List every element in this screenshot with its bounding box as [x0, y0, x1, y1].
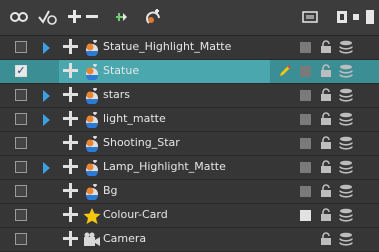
layer-row[interactable]: Shooting_Star [0, 132, 379, 156]
layer-name: Camera [103, 232, 147, 245]
add-layer-icon[interactable] [66, 6, 84, 28]
layer-name-area[interactable]: Colour-Card [59, 204, 270, 227]
layer-stack-icon[interactable] [339, 160, 353, 174]
layer-bar-icon[interactable] [364, 6, 376, 28]
drawing-layer-icon [83, 39, 101, 57]
layer-stack-icon[interactable] [339, 136, 353, 150]
layer-name-area[interactable]: stars [59, 84, 270, 107]
add-child-icon[interactable] [63, 111, 78, 126]
lock-icon[interactable] [320, 112, 332, 126]
timeline-toolbar [0, 0, 379, 36]
layer-enable-checkbox[interactable] [15, 89, 27, 101]
layer-colour-swatch[interactable] [300, 66, 311, 77]
add-child-icon[interactable] [63, 231, 78, 246]
add-child-icon[interactable] [63, 207, 78, 222]
layer-name: stars [103, 88, 131, 101]
layer-name-area[interactable]: light_matte [59, 108, 270, 131]
layer-row[interactable]: stars [0, 84, 379, 108]
drawing-layer-icon [83, 159, 101, 177]
camera-view-icon[interactable] [300, 6, 320, 28]
layer-name: Statue [103, 64, 140, 77]
layer-colour-swatch[interactable] [300, 114, 311, 125]
layer-row[interactable]: Bg [0, 180, 379, 204]
layer-row[interactable]: Lamp_Highlight_Matte [0, 156, 379, 180]
layer-list: Statue_Highlight_Matte ✓ Statue stars light_… [0, 36, 379, 252]
delete-layer-icon[interactable] [84, 6, 100, 28]
layer-colour-swatch[interactable] [300, 186, 311, 197]
layer-stack-icon[interactable] [339, 40, 353, 54]
show-all-icon[interactable] [8, 6, 30, 28]
layer-name-area[interactable]: Statue [59, 60, 270, 83]
add-peg-icon[interactable] [112, 6, 130, 28]
add-child-icon[interactable] [63, 87, 78, 102]
layer-stack-icon[interactable] [339, 184, 353, 198]
drawing-layer-icon [83, 87, 101, 105]
lock-icon[interactable] [320, 88, 332, 102]
layer-enable-checkbox[interactable] [15, 185, 27, 197]
layer-colour-swatch[interactable] [300, 90, 311, 101]
layer-row[interactable]: Statue_Highlight_Matte [0, 36, 379, 60]
drawing-layer-icon [83, 183, 101, 201]
camera-layer-icon [83, 232, 101, 248]
layer-name: Colour-Card [103, 208, 168, 221]
drawing-layer-icon [83, 63, 101, 81]
layer-name-area[interactable]: Lamp_Highlight_Matte [59, 156, 270, 179]
layer-colour-swatch[interactable] [300, 162, 311, 173]
layer-enable-checkbox[interactable] [15, 161, 27, 173]
layer-row[interactable]: light_matte [0, 108, 379, 132]
layer-name-area[interactable]: Statue_Highlight_Matte [59, 36, 270, 59]
layer-name-area[interactable]: Shooting_Star [59, 132, 270, 155]
add-child-icon[interactable] [63, 135, 78, 150]
layer-colour-swatch[interactable] [300, 138, 311, 149]
pencil-icon [278, 64, 292, 78]
drawing-layer-icon [83, 111, 101, 129]
selected-view-icon[interactable] [334, 6, 350, 28]
expand-arrow-icon[interactable] [43, 114, 50, 126]
layer-name: light_matte [103, 112, 166, 125]
lock-icon[interactable] [320, 40, 332, 54]
lock-icon[interactable] [320, 64, 332, 78]
layer-dot-icon[interactable] [351, 6, 361, 28]
add-drawing-icon[interactable] [144, 6, 164, 28]
layer-stack-icon[interactable] [339, 232, 353, 246]
layer-colour-swatch[interactable] [300, 42, 311, 53]
layer-name-area[interactable]: Bg [59, 180, 270, 203]
expand-arrow-icon[interactable] [43, 90, 50, 102]
layer-name: Lamp_Highlight_Matte [103, 160, 226, 173]
layer-enable-checkbox[interactable] [15, 113, 27, 125]
layer-enable-checkbox[interactable]: ✓ [15, 65, 27, 77]
layer-stack-icon[interactable] [339, 112, 353, 126]
layer-enable-checkbox[interactable] [15, 233, 27, 245]
layer-enable-checkbox[interactable] [15, 41, 27, 53]
layer-stack-icon[interactable] [339, 64, 353, 78]
add-child-icon[interactable] [63, 39, 78, 54]
layer-row[interactable]: Camera [0, 228, 379, 252]
layer-stack-icon[interactable] [339, 208, 353, 222]
expand-arrow-icon[interactable] [43, 42, 50, 54]
lock-icon[interactable] [320, 160, 332, 174]
layer-name: Bg [103, 184, 118, 197]
lock-icon[interactable] [320, 184, 332, 198]
layer-name: Statue_Highlight_Matte [103, 40, 232, 53]
add-child-icon[interactable] [63, 63, 78, 78]
expand-arrow-icon[interactable] [43, 162, 50, 174]
lock-icon[interactable] [320, 232, 332, 246]
layer-row[interactable]: Colour-Card [0, 204, 379, 228]
enable-all-icon[interactable] [36, 6, 60, 28]
layer-colour-swatch[interactable] [300, 210, 311, 221]
layer-name: Shooting_Star [103, 136, 180, 149]
layer-enable-checkbox[interactable] [15, 209, 27, 221]
layer-enable-checkbox[interactable] [15, 137, 27, 149]
colour-card-star-icon [83, 208, 101, 224]
lock-icon[interactable] [320, 208, 332, 222]
add-child-icon[interactable] [63, 183, 78, 198]
layer-name-area[interactable]: Camera [59, 228, 270, 251]
layer-stack-icon[interactable] [339, 88, 353, 102]
add-child-icon[interactable] [63, 159, 78, 174]
lock-icon[interactable] [320, 136, 332, 150]
drawing-layer-icon [83, 135, 101, 153]
layer-row[interactable]: ✓ Statue [0, 60, 379, 84]
